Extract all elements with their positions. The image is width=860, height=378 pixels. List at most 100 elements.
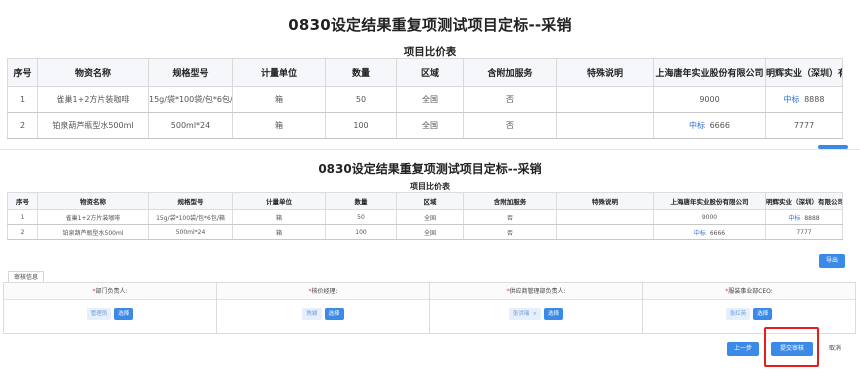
table-subtitle: 项目比价表 bbox=[403, 46, 457, 58]
header-supplier-2: 明辉实业（深圳）有限公司 bbox=[765, 58, 843, 87]
price-value: 8888 bbox=[804, 214, 820, 222]
table-header-row: 序号 物资名称 规格型号 计量单位 数量 区域 含附加服务 特殊说明 上海唐年实… bbox=[7, 58, 843, 87]
cell-region: 全国 bbox=[396, 112, 464, 139]
cell-spec: 500ml*24 bbox=[148, 112, 233, 139]
price-value: 9000 bbox=[701, 213, 718, 221]
header-region: 区域 bbox=[396, 58, 464, 87]
cell-supplier-1-price: 9000 bbox=[653, 86, 766, 113]
cell-spec: 500ml*24 bbox=[148, 224, 233, 240]
cell-supplier-2-price: 中标 8888 bbox=[765, 209, 843, 225]
approver-label: *部门负责人: bbox=[4, 283, 216, 300]
select-approver-button[interactable]: 选择 bbox=[544, 308, 564, 320]
previous-step-button[interactable]: 上一步 bbox=[727, 342, 759, 356]
select-approver-button[interactable]: 选择 bbox=[753, 308, 773, 320]
cell-supplier-2-price: 7777 bbox=[765, 112, 843, 139]
select-approver-button[interactable]: 选择 bbox=[324, 308, 344, 320]
price-value: 8888 bbox=[804, 95, 825, 104]
page-title: 0830设定结果重复项测试项目定标--采销 bbox=[288, 16, 572, 34]
cell-supplier-1-price: 中标 6666 bbox=[653, 112, 766, 139]
table-row: 1 雀巢1+2方片装咖啡 15g/袋*100袋/包*6包/箱 箱 50 全国 否… bbox=[7, 86, 843, 113]
header-unit: 计量单位 bbox=[232, 192, 326, 210]
win-tag: 中标 bbox=[788, 214, 801, 222]
approver-control: 张洪瑞 × 选择 bbox=[430, 308, 642, 322]
header-spec: 规格型号 bbox=[148, 192, 233, 210]
selected-person-tag: 张洪瑞 × bbox=[508, 308, 542, 320]
header-supplier-1: 上海唐年实业股份有限公司 bbox=[653, 192, 766, 210]
cell-note bbox=[556, 224, 654, 240]
cell-seq: 1 bbox=[7, 86, 38, 113]
cell-unit: 箱 bbox=[232, 224, 326, 240]
price-value: 7777 bbox=[796, 228, 812, 236]
price-value: 6666 bbox=[709, 121, 730, 130]
approver-dept-head: *部门负责人: 管理员 选择 bbox=[4, 283, 217, 333]
header-note: 特殊说明 bbox=[556, 58, 654, 87]
cell-spec: 15g/袋*100袋/包*6包/箱 bbox=[148, 86, 233, 113]
cell-seq: 2 bbox=[7, 112, 38, 139]
horizontal-scrollbar[interactable] bbox=[818, 145, 848, 149]
cell-unit: 箱 bbox=[232, 209, 326, 225]
remove-person-icon[interactable]: × bbox=[532, 311, 537, 317]
win-tag: 中标 bbox=[693, 229, 706, 237]
approver-ceo: *服装事业部CEO: 张红英 选择 bbox=[643, 283, 855, 333]
header-service: 含附加服务 bbox=[463, 58, 557, 87]
top-preview-panel: 0830设定结果重复项测试项目定标--采销 项目比价表 序号 物资名称 规格型号… bbox=[0, 0, 860, 150]
header-region: 区域 bbox=[396, 192, 464, 210]
cell-note bbox=[556, 209, 654, 225]
header-name: 物资名称 bbox=[37, 192, 149, 210]
price-comparison-table: 序号 物资名称 规格型号 计量单位 数量 区域 含附加服务 特殊说明 上海唐年实… bbox=[7, 58, 843, 139]
cell-qty: 50 bbox=[325, 86, 397, 113]
cell-unit: 箱 bbox=[232, 86, 326, 113]
cancel-button[interactable]: 取消 bbox=[822, 342, 848, 356]
cell-service: 否 bbox=[463, 112, 557, 139]
cell-supplier-1-price: 9000 bbox=[653, 209, 766, 225]
cell-note bbox=[556, 86, 654, 113]
submit-highlight-box bbox=[764, 327, 819, 367]
cell-note bbox=[556, 112, 654, 139]
cell-name: 铂泉葫芦瓶型水500ml bbox=[37, 224, 149, 240]
approver-label: *供应商管理部负责人: bbox=[430, 283, 642, 300]
cell-service: 否 bbox=[463, 224, 557, 240]
select-approver-button[interactable]: 选择 bbox=[114, 308, 134, 320]
cell-supplier-2-price: 中标 8888 bbox=[765, 86, 843, 113]
approver-label: *核价经理: bbox=[217, 283, 429, 300]
audit-info-panel: *部门负责人: 管理员 选择 *核价经理: 陈颖 选择 *供应商管理部负责人: … bbox=[3, 282, 856, 334]
price-value: 7777 bbox=[793, 121, 815, 130]
main-panel: 0830设定结果重复项测试项目定标--采销 项目比价表 序号 物资名称 规格型号… bbox=[0, 152, 860, 378]
cell-qty: 50 bbox=[325, 209, 397, 225]
price-comparison-table: 序号 物资名称 规格型号 计量单位 数量 区域 含附加服务 特殊说明 上海唐年实… bbox=[7, 192, 843, 240]
approver-control: 管理员 选择 bbox=[4, 308, 216, 322]
header-name: 物资名称 bbox=[37, 58, 149, 87]
cell-name: 雀巢1+2方片装咖啡 bbox=[37, 86, 149, 113]
cell-supplier-2-price: 7777 bbox=[765, 224, 843, 240]
selected-person-tag: 张红英 bbox=[725, 308, 751, 320]
cell-qty: 100 bbox=[325, 224, 397, 240]
price-value: 6666 bbox=[709, 229, 726, 237]
header-qty: 数量 bbox=[325, 58, 397, 87]
table-header-row: 序号 物资名称 规格型号 计量单位 数量 区域 含附加服务 特殊说明 上海唐年实… bbox=[7, 192, 843, 210]
header-supplier-1: 上海唐年实业股份有限公司 bbox=[653, 58, 766, 87]
cell-unit: 箱 bbox=[232, 112, 326, 139]
table-row: 1 雀巢1+2方片装咖啡 15g/袋*100袋/包*6包/箱 箱 50 全国 否… bbox=[7, 209, 843, 225]
approver-control: 张红英 选择 bbox=[643, 308, 855, 322]
header-seq: 序号 bbox=[7, 58, 38, 87]
header-qty: 数量 bbox=[325, 192, 397, 210]
price-value: 9000 bbox=[699, 95, 720, 104]
cell-seq: 2 bbox=[7, 224, 38, 240]
cell-region: 全国 bbox=[396, 209, 464, 225]
win-tag: 中标 bbox=[689, 121, 706, 130]
table-subtitle: 项目比价表 bbox=[410, 182, 450, 191]
header-unit: 计量单位 bbox=[232, 58, 326, 87]
cell-name: 雀巢1+2方片装咖啡 bbox=[37, 209, 149, 225]
cell-qty: 100 bbox=[325, 112, 397, 139]
export-button[interactable]: 导出 bbox=[819, 254, 845, 268]
cell-service: 否 bbox=[463, 86, 557, 113]
selected-person-tag: 陈颖 bbox=[302, 308, 322, 320]
approver-label: *服装事业部CEO: bbox=[643, 283, 855, 300]
page-title: 0830设定结果重复项测试项目定标--采销 bbox=[318, 162, 542, 176]
win-tag: 中标 bbox=[783, 95, 800, 104]
header-seq: 序号 bbox=[7, 192, 38, 210]
approver-supplier-mgmt-head: *供应商管理部负责人: 张洪瑞 × 选择 bbox=[430, 283, 643, 333]
table-row: 2 铂泉葫芦瓶型水500ml 500ml*24 箱 100 全国 否 中标 66… bbox=[7, 224, 843, 240]
table-row: 2 铂泉葫芦瓶型水500ml 500ml*24 箱 100 全国 否 中标 66… bbox=[7, 112, 843, 139]
cell-name: 铂泉葫芦瓶型水500ml bbox=[37, 112, 149, 139]
